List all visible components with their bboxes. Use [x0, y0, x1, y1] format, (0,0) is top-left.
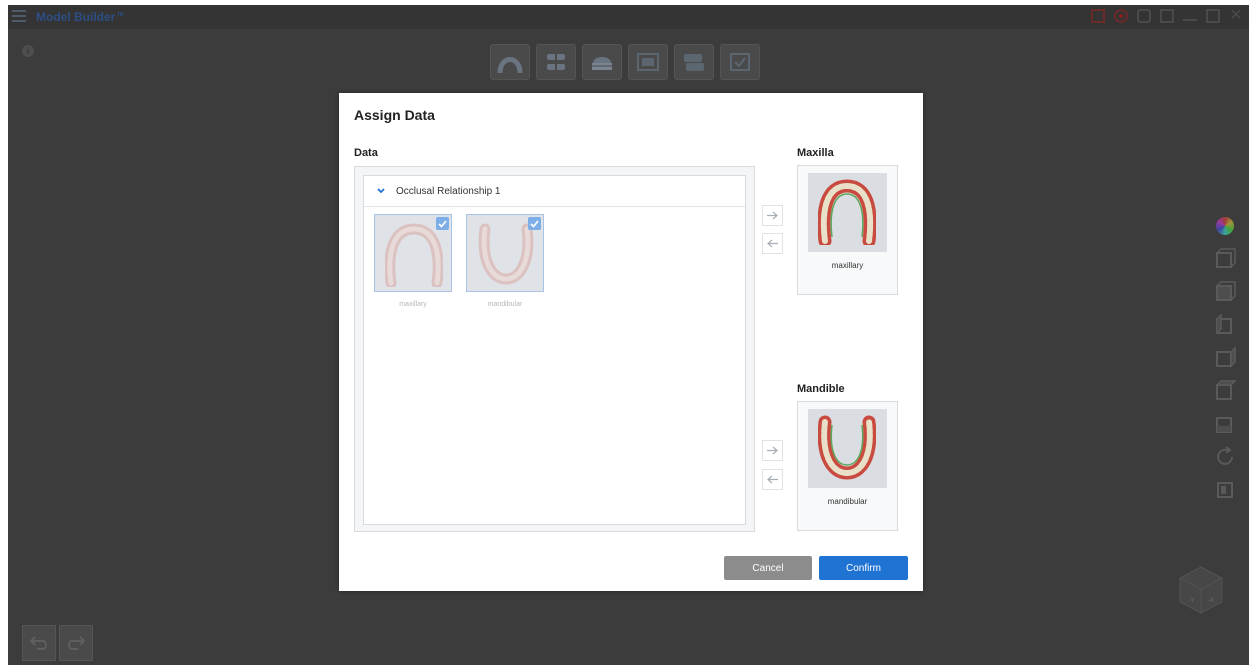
data-section-label: Data — [354, 147, 378, 159]
toggle-panel-button[interactable] — [1211, 475, 1239, 505]
chevron-down-icon[interactable] — [376, 186, 386, 196]
trim-icon — [637, 53, 659, 71]
checkbox-checked-icon[interactable] — [436, 217, 449, 230]
maxilla-thumbnail — [808, 173, 887, 252]
view-back-icon — [1216, 281, 1236, 301]
cancel-button[interactable]: Cancel — [724, 556, 812, 580]
svg-text:-X: -X — [1208, 597, 1214, 604]
mandible-caption: mandibular — [827, 497, 868, 506]
occlusion-icon — [547, 51, 565, 73]
window-controls: ✕ — [1091, 8, 1243, 24]
record-area-icon[interactable] — [1091, 9, 1105, 23]
assign-data-dialog: Assign Data Data Maxilla Mandible Occlus… — [339, 93, 923, 591]
mandibular-scan-icon — [478, 223, 534, 285]
view-bottom-button[interactable] — [1211, 409, 1239, 439]
data-item-caption: maxillary — [399, 301, 427, 308]
trim-tool-button[interactable] — [628, 44, 668, 80]
reset-view-button[interactable] — [1211, 442, 1239, 472]
maxilla-section-label: Maxilla — [797, 147, 834, 159]
arch-tool-button[interactable] — [490, 44, 530, 80]
mandible-section-label: Mandible — [797, 383, 845, 395]
copy-icon[interactable] — [1160, 9, 1174, 23]
group-label: Occlusal Relationship 1 — [396, 185, 501, 197]
view-front-button[interactable] — [1211, 244, 1239, 274]
view-right-icon — [1216, 346, 1236, 368]
view-cube-icon[interactable]: -Y -X — [1178, 565, 1224, 615]
assign-to-mandible-button[interactable] — [762, 440, 783, 461]
base-tool-button[interactable] — [582, 44, 622, 80]
arrow-left-icon — [767, 475, 778, 484]
view-top-button[interactable] — [1211, 376, 1239, 406]
maxillary-scan-icon — [385, 223, 443, 287]
record-icon[interactable] — [1114, 9, 1128, 23]
redo-button[interactable] — [59, 625, 93, 661]
view-bottom-icon — [1216, 417, 1232, 433]
app-title-superscript: m — [117, 11, 124, 18]
group-header[interactable]: Occlusal Relationship 1 — [364, 176, 745, 207]
app-title: Model Builder m — [36, 10, 124, 24]
export-tool-button[interactable] — [720, 44, 760, 80]
view-left-icon — [1216, 313, 1232, 334]
history-controls — [22, 625, 93, 661]
arch-icon — [497, 57, 523, 74]
check-export-icon — [730, 53, 750, 71]
arrow-right-icon — [767, 211, 778, 220]
color-wheel-icon — [1216, 217, 1234, 235]
remove-from-mandible-button[interactable] — [762, 469, 783, 490]
label-icon — [684, 54, 704, 71]
maxillary-scan-icon — [818, 179, 876, 245]
info-icon[interactable]: i — [22, 45, 34, 57]
title-bar: Model Builder m ✕ — [8, 5, 1249, 29]
model-base-icon — [592, 57, 612, 70]
undo-button[interactable] — [22, 625, 56, 661]
view-front-icon — [1216, 248, 1236, 268]
maxilla-caption: maxillary — [831, 261, 864, 270]
mandible-thumbnail — [808, 409, 887, 488]
occlusion-tool-button[interactable] — [536, 44, 576, 80]
checkbox-checked-icon[interactable] — [528, 217, 541, 230]
view-right-button[interactable] — [1211, 343, 1239, 373]
undo-icon — [29, 636, 47, 650]
mandible-slot[interactable]: mandibular — [797, 401, 898, 531]
restore-icon[interactable] — [1206, 9, 1220, 23]
toggle-panel-icon — [1217, 482, 1233, 498]
view-top-icon — [1215, 380, 1237, 400]
dialog-title: Assign Data — [354, 107, 435, 123]
view-toolbar — [1211, 211, 1239, 505]
color-wheel-button[interactable] — [1211, 211, 1239, 241]
maxilla-slot[interactable]: maxillary — [797, 165, 898, 295]
menu-icon[interactable] — [12, 10, 26, 22]
data-panel: Occlusal Relationship 1 maxillary mandib… — [354, 166, 755, 532]
close-icon[interactable]: ✕ — [1229, 8, 1243, 24]
data-item-caption: mandibular — [487, 301, 523, 308]
redo-icon — [68, 636, 86, 650]
arrow-left-icon — [767, 239, 778, 248]
app-title-text: Model Builder — [36, 10, 116, 24]
view-back-button[interactable] — [1211, 277, 1239, 307]
confirm-button[interactable]: Confirm — [819, 556, 908, 580]
arrow-right-icon — [767, 446, 778, 455]
assign-to-maxilla-button[interactable] — [762, 205, 783, 226]
data-item-maxillary[interactable] — [374, 214, 452, 292]
data-list: Occlusal Relationship 1 maxillary mandib… — [363, 175, 746, 525]
data-item-mandibular[interactable] — [466, 214, 544, 292]
view-left-button[interactable] — [1211, 310, 1239, 340]
label-tool-button[interactable] — [674, 44, 714, 80]
screenshot-icon[interactable] — [1137, 9, 1151, 23]
minimize-icon[interactable] — [1183, 11, 1197, 21]
remove-from-maxilla-button[interactable] — [762, 233, 783, 254]
reset-view-icon — [1217, 446, 1233, 465]
mandibular-scan-icon — [818, 415, 876, 480]
workflow-toolbar — [490, 44, 760, 80]
svg-text:-Y: -Y — [1189, 597, 1194, 604]
